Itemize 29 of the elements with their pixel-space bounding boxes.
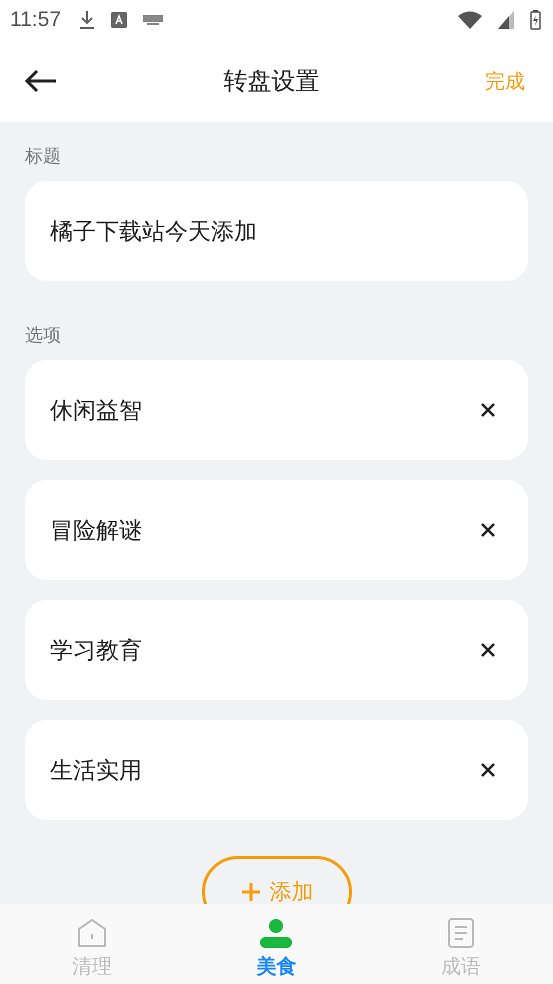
tab[interactable]: 清理 (0, 904, 184, 984)
title-value: 橘子下载站今天添加 (50, 218, 258, 246)
text-box-icon (111, 12, 127, 28)
section-label: 选项 (25, 324, 62, 347)
delete-button[interactable] (480, 642, 496, 658)
keyboard-icon (143, 15, 163, 25)
option-text: 休闲益智 (50, 396, 143, 426)
option-text: 学习教育 (50, 636, 143, 666)
document-icon (446, 917, 475, 949)
wifi-icon (458, 11, 482, 29)
tab[interactable]: 美食 (184, 904, 369, 984)
download-icon (79, 10, 95, 30)
section-label: 标题 (25, 145, 62, 168)
battery-icon (530, 10, 541, 30)
plus-icon (240, 881, 262, 903)
person-icon (259, 917, 294, 949)
option-text: 生活实用 (50, 756, 143, 786)
title-field[interactable]: 橘子下载站今天添加 (25, 181, 528, 281)
delete-button[interactable] (480, 402, 496, 418)
signal-icon (498, 11, 514, 29)
back-button[interactable] (24, 69, 58, 93)
status-time: 11:57 (10, 8, 61, 32)
page-title: 转盘设置 (224, 66, 320, 97)
delete-button[interactable] (480, 522, 496, 538)
tab[interactable]: 成语 (368, 904, 553, 984)
house-icon (76, 917, 108, 949)
delete-button[interactable] (480, 762, 496, 778)
option-text: 冒险解谜 (50, 516, 143, 546)
done-button[interactable]: 完成 (485, 68, 525, 94)
